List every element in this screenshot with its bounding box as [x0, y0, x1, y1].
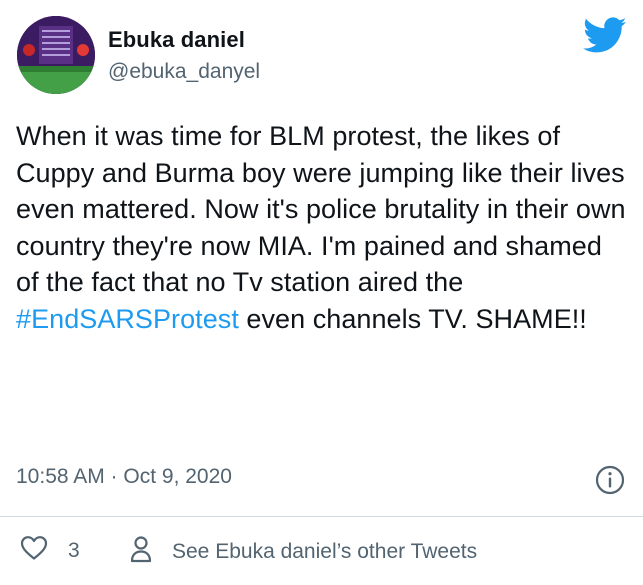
other-tweets-link[interactable]: See Ebuka daniel’s other Tweets [130, 535, 477, 568]
heart-icon [20, 535, 48, 566]
tweet-card: Ebuka daniel @ebuka_danyel When it was t… [0, 0, 643, 585]
tweet-text: When it was time for BLM protest, the li… [16, 118, 631, 338]
info-icon[interactable] [595, 465, 625, 495]
like-count: 3 [68, 538, 80, 562]
divider [0, 516, 643, 517]
other-tweets-label: See Ebuka daniel’s other Tweets [172, 539, 478, 563]
tweet-timestamp[interactable]: 10:58 AM · Oct 9, 2020 [16, 465, 232, 489]
avatar[interactable] [17, 16, 95, 94]
hashtag-link[interactable]: #EndSARSProtest [16, 304, 239, 334]
person-icon [130, 535, 152, 568]
author-name[interactable]: Ebuka daniel [108, 27, 245, 53]
twitter-bird-icon[interactable] [583, 17, 627, 54]
tweet-text-body: When it was time for BLM protest, the li… [16, 121, 626, 298]
like-button[interactable]: 3 [20, 535, 80, 566]
tweet-text-tail: even channels TV. SHAME!! [238, 303, 587, 334]
author-handle[interactable]: @ebuka_danyel [108, 60, 260, 84]
